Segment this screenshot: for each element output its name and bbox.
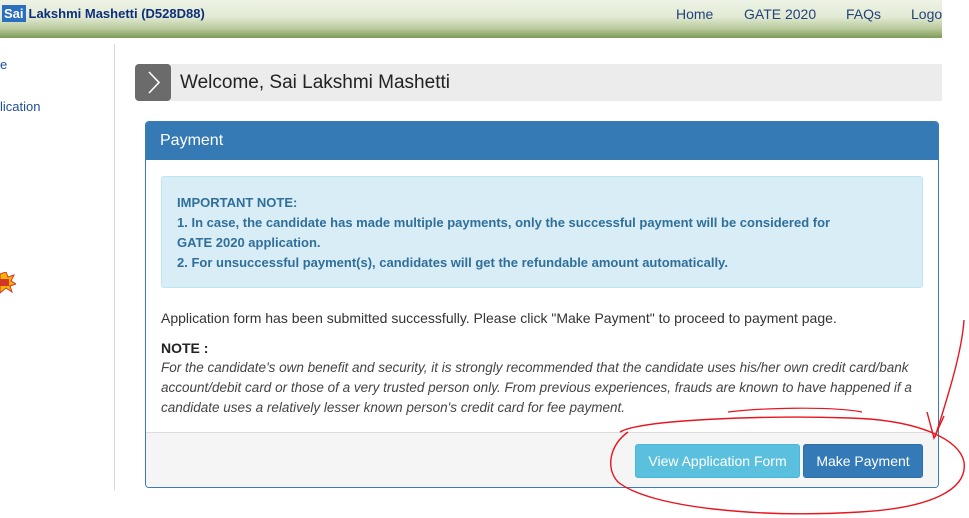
success-message: Application form has been submitted succ… — [161, 310, 837, 326]
make-payment-button[interactable]: Make Payment — [803, 444, 923, 478]
panel-footer: View Application Form Make Payment — [146, 432, 938, 487]
nav-logout-link[interactable]: Logo — [911, 6, 942, 22]
brand: Sai Lakshmi Mashetti (D528D88) — [2, 5, 205, 22]
view-application-form-button[interactable]: View Application Form — [635, 444, 800, 478]
nav-faqs-link[interactable]: FAQs — [846, 6, 881, 22]
payment-panel: Payment IMPORTANT NOTE: 1. In case, the … — [145, 121, 939, 488]
note-label: NOTE : — [161, 340, 209, 356]
sidebar-divider — [114, 44, 115, 490]
alert-title: IMPORTANT NOTE: — [177, 195, 298, 210]
new-badge-icon — [0, 272, 16, 294]
welcome-bar: Welcome, Sai Lakshmi Mashetti — [135, 64, 942, 101]
sidebar-item-application[interactable]: lication — [0, 99, 40, 114]
welcome-title: Welcome, Sai Lakshmi Mashetti — [180, 72, 450, 93]
chevron-right-icon — [135, 64, 171, 101]
important-note-alert: IMPORTANT NOTE: 1. In case, the candidat… — [161, 176, 923, 288]
candidate-name: Lakshmi Mashetti (D528D88) — [28, 6, 205, 21]
panel-heading: Payment — [146, 122, 938, 160]
note-body: For the candidate's own benefit and secu… — [161, 360, 912, 415]
top-navbar: Sai Lakshmi Mashetti (D528D88) Home GATE… — [0, 0, 942, 38]
sidebar-item-home[interactable]: e — [0, 57, 7, 72]
nav-gate-2020-link[interactable]: GATE 2020 — [744, 6, 816, 22]
alert-line-3: 2. For unsuccessful payment(s), candidat… — [177, 255, 728, 270]
nav-home-link[interactable]: Home — [676, 6, 713, 22]
brand-badge: Sai — [2, 5, 26, 22]
alert-line-2: GATE 2020 application. — [177, 235, 321, 250]
alert-line-1: 1. In case, the candidate has made multi… — [177, 215, 831, 230]
